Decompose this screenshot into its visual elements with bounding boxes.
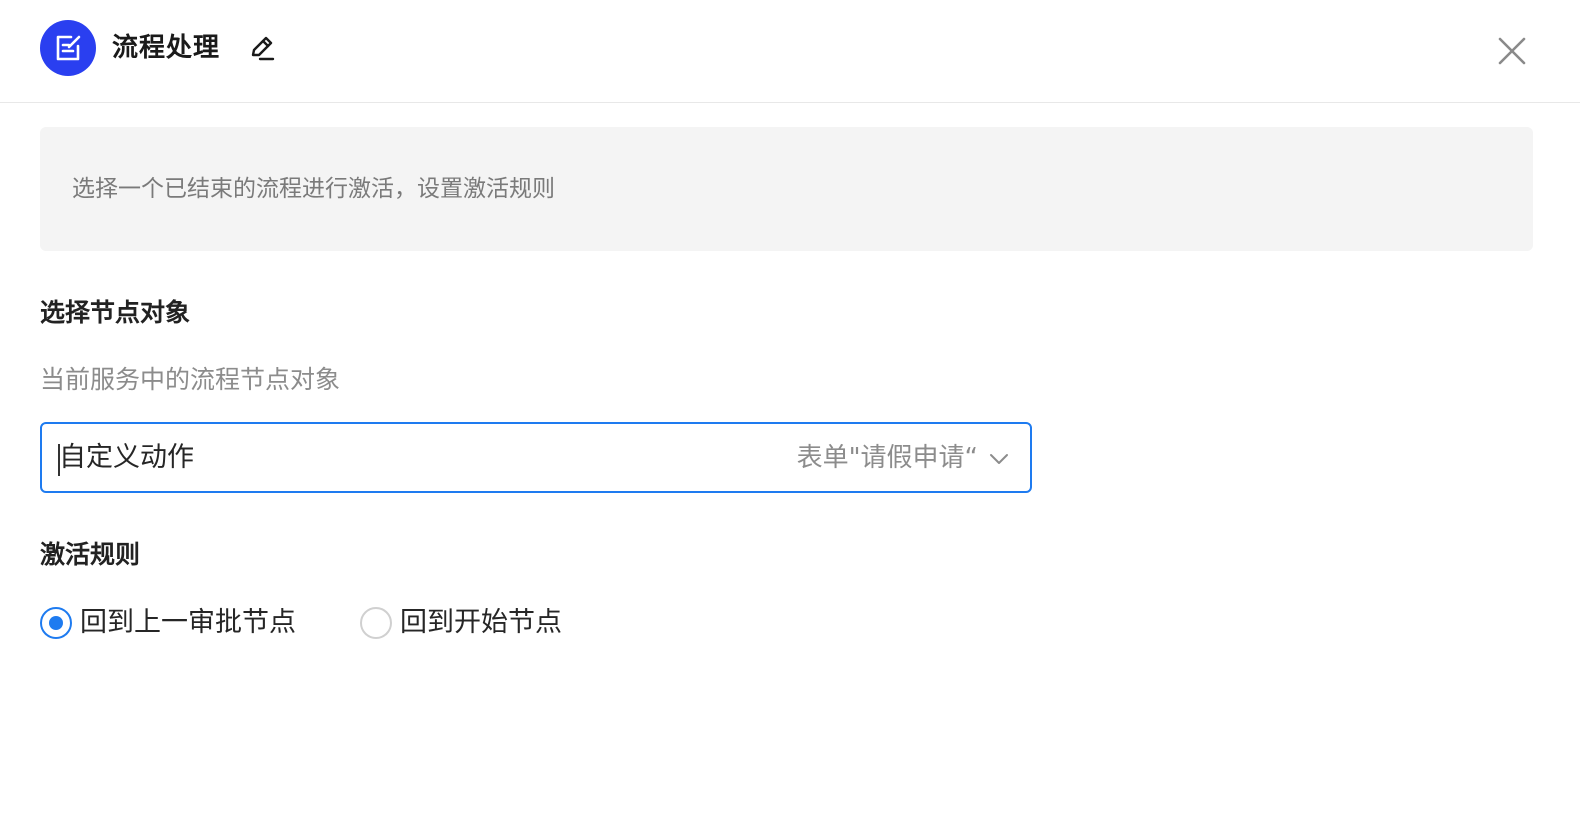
- chevron-down-icon[interactable]: [988, 448, 1010, 470]
- node-section-description: 当前服务中的流程节点对象: [40, 365, 341, 394]
- form-edit-icon: [40, 20, 96, 76]
- node-select-value: 自定义动作: [59, 442, 194, 473]
- radio-label: 回到开始节点: [400, 607, 562, 638]
- node-select-hint: 表单"请假申请“: [796, 443, 978, 473]
- radio-button-checked[interactable]: [40, 607, 72, 639]
- radio-start-node[interactable]: 回到开始节点: [360, 603, 562, 643]
- radio-previous-approval-node[interactable]: 回到上一审批节点: [40, 603, 296, 643]
- node-select[interactable]: 自定义动作 表单"请假申请“: [40, 422, 1032, 493]
- node-section-title: 选择节点对象: [40, 298, 191, 327]
- close-icon[interactable]: [1492, 31, 1532, 71]
- info-banner: 选择一个已结束的流程进行激活，设置激活规则: [40, 127, 1533, 251]
- dialog-header: 流程处理: [0, 0, 1580, 103]
- pen-icon[interactable]: [244, 30, 280, 66]
- rule-section-title: 激活规则: [40, 540, 141, 569]
- rule-radio-group: 回到上一审批节点 回到开始节点: [40, 603, 626, 643]
- radio-label: 回到上一审批节点: [80, 607, 296, 638]
- banner-text: 选择一个已结束的流程进行激活，设置激活规则: [72, 176, 555, 202]
- radio-button-unchecked[interactable]: [360, 607, 392, 639]
- dialog-title: 流程处理: [112, 33, 221, 63]
